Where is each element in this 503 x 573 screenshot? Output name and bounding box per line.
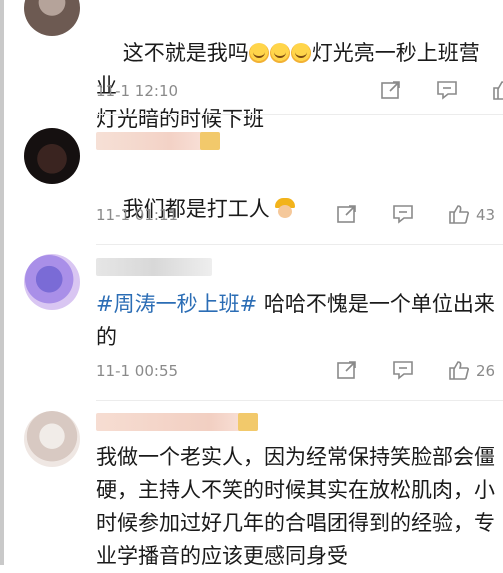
construction-worker-emoji-icon	[274, 197, 296, 219]
comment-text: 我做一个老实人，因为经常保持笑脸部会僵 硬，主持人不笑的时候其实在放松肌肉，小 …	[96, 445, 495, 568]
laugh-emoji-icon	[290, 43, 311, 63]
like-count: 26	[476, 362, 496, 380]
avatar[interactable]	[24, 128, 80, 184]
divider	[96, 114, 503, 115]
divider	[96, 244, 503, 245]
comment-item: 这不就是我吗 灯光亮一秒上班营业 灯光暗的时候下班 11-1 12:10	[0, 0, 503, 131]
comment-item: 我们都是打工人 11-1 01:11 43	[0, 120, 503, 245]
username[interactable]	[96, 258, 212, 276]
user-badge-icon	[200, 132, 220, 150]
laugh-emoji-icon	[269, 43, 290, 63]
comment-text: #周涛一秒上班# 哈哈不愧是一个单位出来 的	[96, 292, 495, 349]
comment-icon[interactable]	[436, 80, 458, 100]
comment-time: 11-1 12:10	[96, 82, 179, 100]
like-count: 43	[476, 206, 496, 224]
share-icon[interactable]	[380, 80, 402, 100]
avatar[interactable]	[24, 411, 80, 467]
like-icon[interactable]	[448, 360, 470, 380]
comment-item: 我做一个老实人，因为经常保持笑脸部会僵 硬，主持人不笑的时候其实在放松肌肉，小 …	[0, 405, 503, 568]
comment-icon[interactable]	[392, 204, 414, 224]
username[interactable]	[96, 413, 258, 431]
comment-item: #周涛一秒上班# 哈哈不愧是一个单位出来 的 11-1 00:55 26	[0, 248, 503, 401]
like-icon[interactable]	[492, 80, 503, 100]
avatar[interactable]	[24, 254, 80, 310]
laugh-emoji-icon	[248, 43, 269, 63]
divider	[96, 400, 503, 401]
like-icon[interactable]	[448, 204, 470, 224]
comment-time: 11-1 00:55	[96, 362, 179, 380]
avatar[interactable]	[24, 0, 80, 36]
comment-icon[interactable]	[392, 360, 414, 380]
share-icon[interactable]	[336, 360, 358, 380]
user-badge-icon	[238, 413, 258, 431]
username[interactable]	[96, 132, 220, 150]
share-icon[interactable]	[336, 204, 358, 224]
hashtag-link[interactable]: #周涛一秒上班#	[96, 292, 257, 316]
comment-time: 11-1 01:11	[96, 206, 179, 224]
